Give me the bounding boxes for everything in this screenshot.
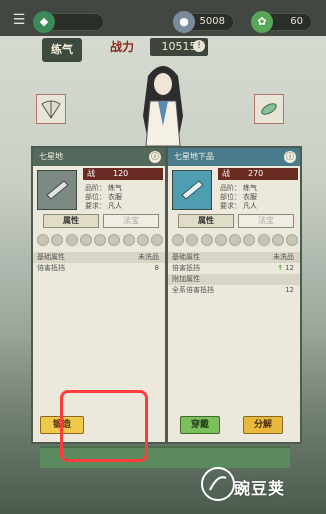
info-icon[interactable]: ⓘ: [149, 151, 161, 163]
watermark-logo-icon: [201, 467, 235, 501]
decompose-button[interactable]: 分解: [243, 416, 283, 434]
attr-value: 未洗品: [138, 253, 159, 261]
gem-socket[interactable]: [286, 234, 298, 246]
rank-label: 品阶：: [85, 184, 106, 192]
tab-treasure[interactable]: 法宝: [238, 214, 294, 228]
req-label: 要求：: [85, 202, 106, 210]
panel-tabs: 属性 法宝: [43, 214, 159, 228]
gem-socket[interactable]: [136, 234, 149, 246]
attr-value: 未洗品: [273, 253, 294, 261]
new-equipment-panel: 七星地下品 ⓘ 战 270 品阶： 练气 部位： 衣服 要求： 凡人 属性 法宝 基础…: [166, 146, 302, 444]
rank-value: 练气: [243, 184, 257, 192]
slot-label: 部位：: [220, 193, 241, 201]
item-thumbnail[interactable]: [172, 170, 212, 210]
attr-row: 基础属性 未洗品: [33, 252, 165, 263]
req-value: 凡人: [243, 202, 257, 210]
attr-value-number: 12: [285, 264, 294, 272]
gem-socket[interactable]: [151, 234, 163, 246]
rank-value: 练气: [108, 184, 122, 192]
panel-tabs: 属性 法宝: [178, 214, 294, 228]
info-icon[interactable]: ⓘ: [284, 151, 296, 163]
attr-value: 8: [154, 264, 159, 272]
power-label: 战力: [110, 40, 135, 54]
tab-attributes[interactable]: 属性: [178, 214, 234, 228]
tab-attributes[interactable]: 属性: [43, 214, 99, 228]
war-value: 120: [113, 169, 129, 178]
gem-sockets: [172, 234, 298, 248]
attr-label: 基础属性: [172, 253, 200, 261]
character-avatar: [143, 66, 183, 151]
gem-socket[interactable]: [229, 234, 241, 246]
gem-socket[interactable]: [214, 234, 227, 246]
jade-icon: ◆: [33, 11, 55, 33]
menu-icon[interactable]: ☰: [6, 8, 32, 32]
war-label: 战: [87, 169, 95, 178]
panel-title: 七星地 ⓘ: [33, 148, 165, 166]
attr-value: ↑ 12: [277, 263, 294, 274]
item-name: 七星地: [39, 152, 63, 161]
gem-socket[interactable]: [243, 234, 256, 246]
gem-socket[interactable]: [94, 234, 106, 246]
attr-row: 基础属性 未洗品: [168, 252, 300, 263]
sword-icon: [261, 103, 277, 115]
attr-label: 全系倍害抵挡: [172, 286, 214, 294]
equipment-slot-left[interactable]: [36, 94, 66, 124]
watermark-text: 豌豆荚: [234, 479, 286, 498]
combat-power-bar: 战 270: [218, 168, 298, 180]
slot-label: 部位：: [85, 193, 106, 201]
war-value: 270: [248, 169, 264, 178]
gem-socket[interactable]: [200, 234, 213, 246]
silver-resource[interactable]: ● 5008: [173, 11, 234, 33]
increase-arrow-icon: ↑: [277, 264, 284, 272]
power-info-icon[interactable]: !: [193, 40, 205, 52]
gem-socket[interactable]: [172, 234, 184, 246]
attr-label: 附加属性: [172, 275, 200, 283]
leaf-value: 60: [290, 16, 303, 27]
attr-label: 倍害抵挡: [37, 264, 65, 272]
top-resource-bar: ☰ ◆ ● 5008 ✿ 60: [0, 0, 326, 36]
attr-label: 倍害抵挡: [172, 264, 200, 272]
panel-title: 七星地下品 ⓘ: [168, 148, 300, 166]
gem-socket[interactable]: [257, 234, 270, 246]
attr-row: 全系倍害抵挡 12: [168, 285, 300, 296]
requirement-row: 要求： 凡人: [220, 201, 257, 211]
highlight-box: [60, 390, 148, 462]
gem-socket[interactable]: [65, 234, 78, 246]
gem-socket[interactable]: [108, 234, 121, 246]
item-thumbnail[interactable]: [37, 170, 77, 210]
slot-value: 衣服: [243, 193, 257, 201]
war-label: 战: [222, 169, 230, 178]
leaf-icon: ✿: [251, 11, 273, 33]
realm-nameplate: 练气: [42, 38, 82, 62]
requirement-row: 要求： 凡人: [85, 201, 122, 211]
attr-value: 12: [285, 286, 294, 294]
silver-value: 5008: [199, 16, 225, 27]
attr-row: 附加属性: [168, 274, 300, 285]
combat-power-bar: 战 120: [83, 168, 163, 180]
gem-socket[interactable]: [79, 234, 92, 246]
attr-label: 基础属性: [37, 253, 65, 261]
fan-icon: [41, 100, 61, 119]
equipment-slot-right[interactable]: [254, 94, 284, 124]
rank-label: 品阶：: [220, 184, 241, 192]
leaf-resource[interactable]: ✿ 60: [251, 11, 312, 33]
equip-button[interactable]: 穿戴: [180, 416, 220, 434]
attr-row: 倍害抵挡 8: [33, 263, 165, 274]
robe-icon: [46, 180, 69, 200]
tab-treasure[interactable]: 法宝: [103, 214, 159, 228]
gem-socket[interactable]: [271, 234, 284, 246]
gem-socket[interactable]: [186, 234, 199, 246]
item-name: 七星地下品: [174, 152, 214, 161]
req-label: 要求：: [220, 202, 241, 210]
gem-socket[interactable]: [37, 234, 49, 246]
gem-socket[interactable]: [122, 234, 135, 246]
slot-value: 衣服: [108, 193, 122, 201]
gem-sockets: [37, 234, 163, 248]
robe-icon: [181, 180, 204, 200]
attr-row: 倍害抵挡 ↑ 12: [168, 263, 300, 274]
jade-resource[interactable]: ◆: [33, 11, 104, 33]
gem-socket[interactable]: [51, 234, 64, 246]
silver-icon: ●: [173, 11, 195, 33]
req-value: 凡人: [108, 202, 122, 210]
